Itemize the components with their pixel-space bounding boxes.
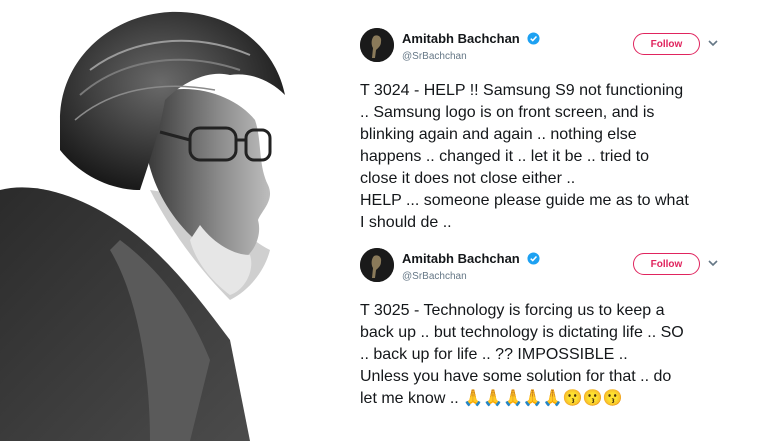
handle[interactable]: @SrBachchan [402, 271, 540, 282]
news-image-canvas: Amitabh Bachchan @SrBachchan Follow T 30… [0, 0, 781, 441]
author-block: Amitabh Bachchan @SrBachchan [402, 250, 540, 282]
avatar-image [360, 28, 394, 62]
tweet-card: Amitabh Bachchan @SrBachchan Follow T 30… [352, 28, 772, 234]
tweet-text: T 3025 - Technology is forcing us to kee… [360, 302, 684, 407]
display-name[interactable]: Amitabh Bachchan [402, 251, 520, 266]
tweet-header: Amitabh Bachchan @SrBachchan Follow [352, 248, 772, 284]
display-name[interactable]: Amitabh Bachchan [402, 31, 520, 46]
follow-button[interactable]: Follow [633, 253, 700, 275]
handle[interactable]: @SrBachchan [402, 51, 540, 62]
avatar-image [360, 248, 394, 282]
author-block: Amitabh Bachchan @SrBachchan [402, 30, 540, 62]
tweet-card: Amitabh Bachchan @SrBachchan Follow T 30… [352, 248, 772, 410]
avatar[interactable] [360, 248, 394, 282]
avatar[interactable] [360, 28, 394, 62]
verified-badge-icon [527, 32, 540, 45]
chevron-down-icon[interactable] [707, 38, 719, 48]
portrait-photo [0, 11, 285, 441]
tweet-text: T 3024 - HELP !! Samsung S9 not function… [360, 82, 689, 231]
follow-button[interactable]: Follow [633, 33, 700, 55]
tweet-header: Amitabh Bachchan @SrBachchan Follow [352, 28, 772, 64]
verified-badge-icon [527, 252, 540, 265]
chevron-down-icon[interactable] [707, 258, 719, 268]
